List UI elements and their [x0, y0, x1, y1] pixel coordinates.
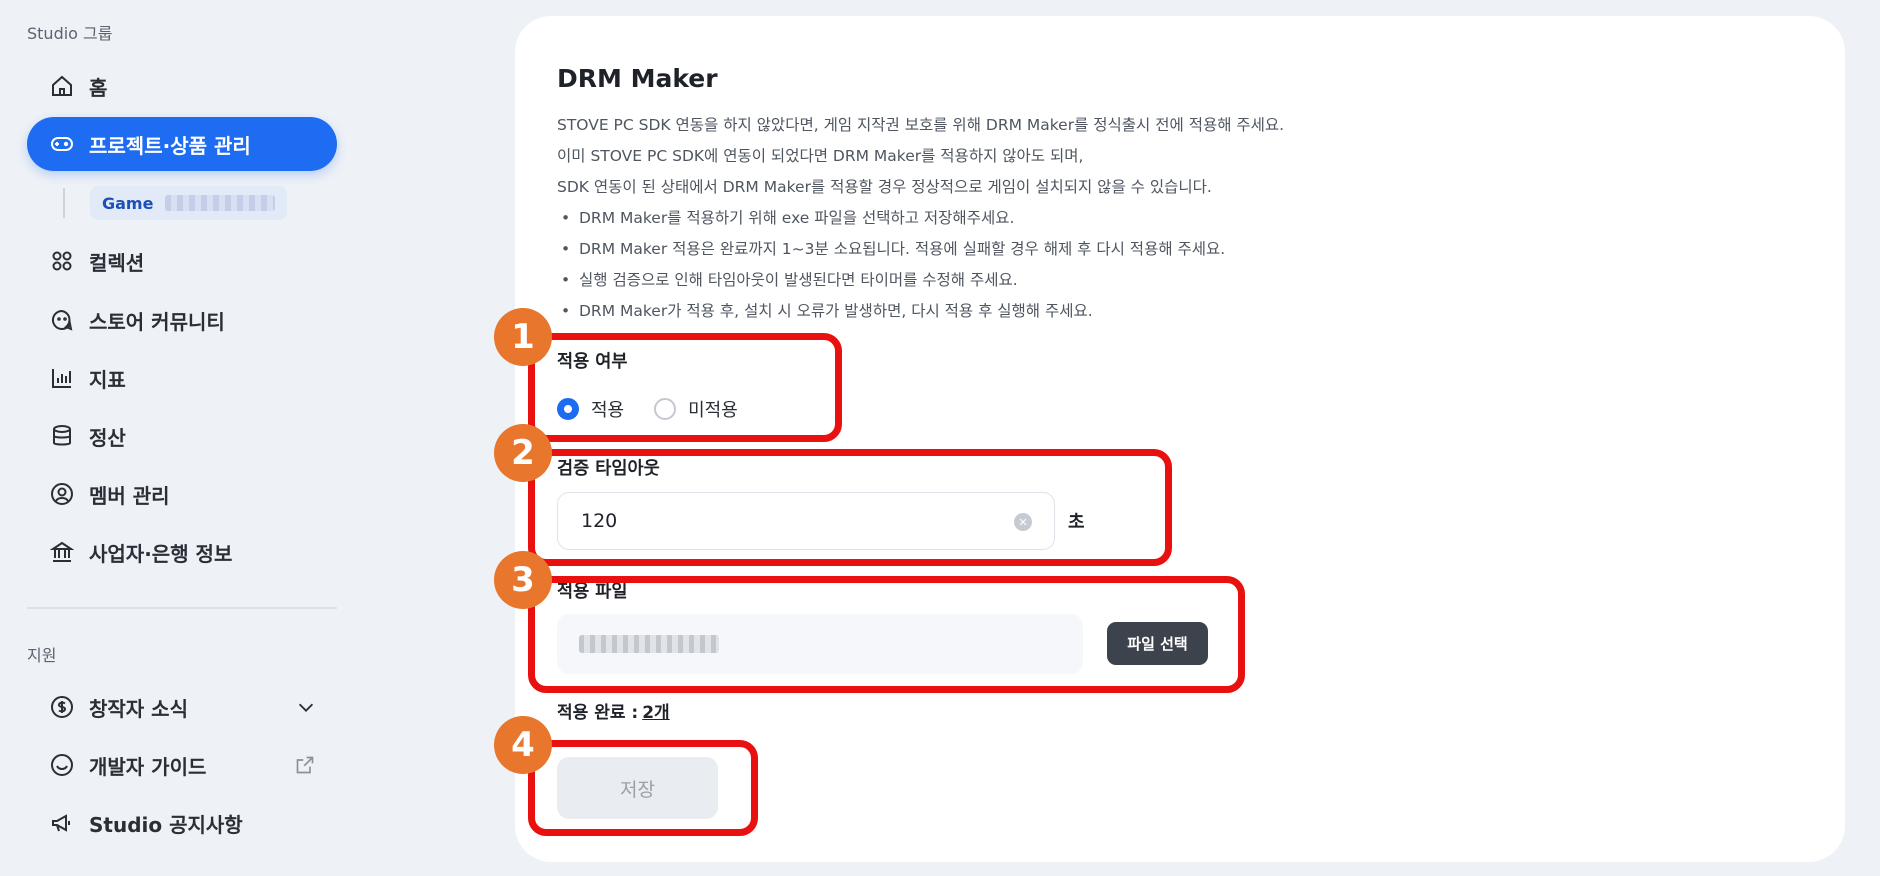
external-link-icon	[295, 755, 315, 775]
desc-line: SDK 연동이 된 상태에서 DRM Maker를 적용할 경우 정상적으로 게…	[557, 178, 1212, 196]
sidebar-item-settlement[interactable]: 정산	[27, 409, 337, 463]
applied-count: 적용 완료 :2개	[557, 698, 670, 723]
chevron-down-icon[interactable]	[295, 696, 317, 718]
megaphone-icon	[49, 810, 75, 836]
chat-icon	[49, 307, 75, 333]
sidebar-item-home[interactable]: 홈	[27, 59, 337, 113]
database-icon	[49, 423, 75, 449]
dollar-icon	[49, 694, 75, 720]
sidebar-item-creator-news[interactable]: 창작자 소식	[27, 680, 337, 734]
sidebar-item-studio-notice[interactable]: Studio 공지사항	[27, 796, 337, 850]
collection-icon	[49, 248, 75, 274]
chart-icon	[49, 365, 75, 391]
sidebar-item-label: 창작자 소식	[89, 696, 188, 721]
highlight-box-3	[528, 576, 1245, 693]
sidebar-item-label: Studio 공지사항	[89, 812, 243, 837]
applied-count-link[interactable]: 2개	[642, 703, 669, 723]
sidebar-item-label: 지표	[89, 367, 126, 392]
sidebar-item-label: 멤버 관리	[89, 483, 170, 508]
sidebar: Studio 그룹 홈 프로젝트·상품 관리 Game 컬렉션 스토어 커뮤니티…	[0, 0, 370, 876]
bank-icon	[49, 539, 75, 565]
sidebar-item-business-info[interactable]: 사업자·은행 정보	[27, 525, 337, 579]
badge-4: 4	[494, 716, 552, 774]
desc-line: 이미 STOVE PC SDK에 연동이 되었다면 DRM Maker를 적용하…	[557, 147, 1084, 165]
user-icon	[49, 481, 75, 507]
sidebar-item-label: 프로젝트·상품 관리	[89, 133, 251, 158]
group-label: Studio 그룹	[27, 24, 113, 43]
sidebar-divider	[27, 607, 337, 609]
support-label: 지원	[27, 646, 57, 665]
sidebar-item-label: 사업자·은행 정보	[89, 541, 233, 566]
applied-label: 적용 완료 :	[557, 703, 639, 723]
sidebar-item-label: 홈	[89, 75, 108, 100]
smile-icon	[49, 752, 75, 778]
desc-line: STOVE PC SDK 연동을 하지 않았다면, 게임 지작권 보호를 위해 …	[557, 116, 1285, 134]
sidebar-item-label: 개발자 가이드	[89, 754, 207, 779]
sidebar-item-label: 정산	[89, 425, 126, 450]
sidebar-item-dev-guide[interactable]: 개발자 가이드	[27, 738, 337, 792]
bullet-item: DRM Maker를 적용하기 위해 exe 파일을 선택하고 저장해주세요.	[557, 203, 1284, 234]
sidebar-item-label: 컬렉션	[89, 250, 145, 275]
gamepad-icon	[49, 131, 75, 157]
sidebar-subitem-game[interactable]: Game	[90, 186, 288, 220]
highlight-box-1	[528, 333, 842, 442]
subitem-label: Game	[102, 193, 154, 213]
page-title: DRM Maker	[557, 64, 718, 93]
highlight-box-2	[528, 449, 1172, 566]
sidebar-item-metrics[interactable]: 지표	[27, 351, 337, 405]
description: STOVE PC SDK 연동을 하지 않았다면, 게임 지작권 보호를 위해 …	[557, 110, 1284, 327]
sidebar-item-project[interactable]: 프로젝트·상품 관리	[27, 117, 337, 171]
sidebar-item-community[interactable]: 스토어 커뮤니티	[27, 293, 337, 347]
home-icon	[49, 73, 75, 99]
bullet-item: DRM Maker가 적용 후, 설치 시 오류가 발생하면, 다시 적용 후 …	[557, 296, 1284, 327]
highlight-box-4	[528, 740, 758, 836]
badge-2: 2	[494, 424, 552, 482]
badge-3: 3	[494, 551, 552, 609]
sidebar-item-members[interactable]: 멤버 관리	[27, 467, 337, 521]
blurred-name	[165, 195, 276, 211]
bullet-item: DRM Maker 적용은 완료까지 1~3분 소요됩니다. 적용에 실패할 경…	[557, 234, 1284, 265]
tree-line	[63, 188, 65, 218]
sidebar-item-label: 스토어 커뮤니티	[89, 309, 225, 334]
bullet-item: 실행 검증으로 인해 타임아웃이 발생된다면 타이머를 수정해 주세요.	[557, 265, 1284, 296]
sidebar-item-collection[interactable]: 컬렉션	[27, 234, 337, 288]
badge-1: 1	[494, 308, 552, 366]
